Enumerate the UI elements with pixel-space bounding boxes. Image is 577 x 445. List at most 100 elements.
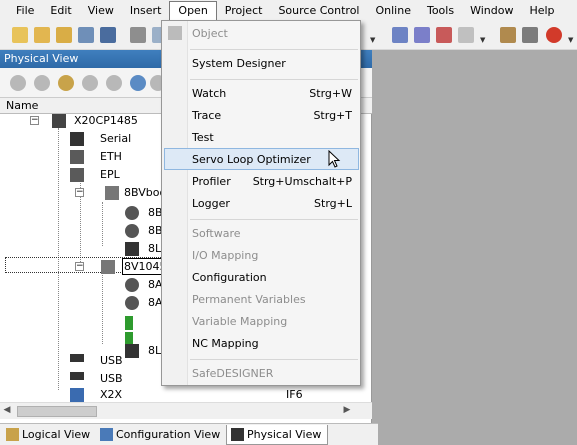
folder-icon[interactable] xyxy=(56,27,72,43)
delete-icon[interactable] xyxy=(458,27,474,43)
tab-configuration-view[interactable]: Configuration View xyxy=(96,425,226,445)
properties-icon[interactable] xyxy=(10,75,26,91)
menu-item-system-designer[interactable]: System Designer xyxy=(164,53,359,75)
tree-line xyxy=(102,202,103,246)
menu-insert[interactable]: Insert xyxy=(122,1,170,21)
mouse-cursor-icon xyxy=(328,150,341,168)
menu-item-label: Test xyxy=(192,131,214,144)
menu-item-trace[interactable]: Trace Strg+T xyxy=(164,105,359,127)
menu-window[interactable]: Window xyxy=(462,1,521,21)
tree-label: 8BVboo xyxy=(124,186,167,199)
menu-source-control[interactable]: Source Control xyxy=(270,1,367,21)
menu-item-watch[interactable]: Watch Strg+W xyxy=(164,83,359,105)
save-all-icon[interactable] xyxy=(100,27,116,43)
empty-slot-icon xyxy=(125,316,133,330)
collapse-icon[interactable]: − xyxy=(30,116,39,125)
toolbar-dropdown-icon[interactable]: ▼ xyxy=(370,36,375,44)
menu-item-label: Trace xyxy=(192,109,222,122)
find-icon[interactable] xyxy=(34,75,50,91)
menu-file[interactable]: File xyxy=(8,1,42,21)
grid-icon[interactable] xyxy=(392,27,408,43)
new-file-icon[interactable] xyxy=(12,27,28,43)
collapse-icon[interactable]: − xyxy=(75,188,84,197)
menu-view[interactable]: View xyxy=(80,1,122,21)
tree-label: EPL xyxy=(100,168,120,181)
axis-icon xyxy=(125,344,139,358)
menu-item-shortcut: Strg+L xyxy=(314,197,352,210)
workspace-area xyxy=(378,50,577,445)
menu-item-label: Configuration xyxy=(192,271,267,284)
view-tabs: Logical View Configuration View Physical… xyxy=(0,423,378,445)
menu-item-label: Variable Mapping xyxy=(192,315,288,328)
horizontal-scrollbar[interactable]: ◀ ▶ xyxy=(0,402,372,419)
menu-item-nc-mapping[interactable]: NC Mapping xyxy=(164,333,359,355)
physical-view-icon xyxy=(231,428,244,441)
menu-separator xyxy=(190,359,358,360)
toolbar-dropdown-icon[interactable]: ▼ xyxy=(480,36,485,44)
drive-icon xyxy=(101,260,115,274)
tab-label: Logical View xyxy=(22,428,91,441)
menu-open[interactable]: Open xyxy=(169,1,217,21)
refresh-icon[interactable] xyxy=(82,75,98,91)
menu-item-variable-mapping[interactable]: Variable Mapping xyxy=(164,311,359,333)
menu-item-shortcut: Strg+T xyxy=(313,109,352,122)
cpu-icon xyxy=(52,114,66,128)
configuration-view-icon xyxy=(100,428,113,441)
axis-icon xyxy=(125,242,139,256)
table-icon[interactable] xyxy=(414,27,430,43)
scroll-left-icon[interactable]: ◀ xyxy=(0,405,14,415)
menu-item-profiler[interactable]: Profiler Strg+Umschalt+P xyxy=(164,171,359,193)
network-icon[interactable] xyxy=(130,75,146,91)
power-icon[interactable] xyxy=(546,27,562,43)
menu-online[interactable]: Online xyxy=(367,1,418,21)
menu-tools[interactable]: Tools xyxy=(419,1,462,21)
tab-label: Configuration View xyxy=(116,428,221,441)
menu-item-label: I/O Mapping xyxy=(192,249,259,262)
tab-label: Physical View xyxy=(247,428,322,441)
usb-icon xyxy=(70,354,84,362)
tree-label: 8L xyxy=(148,344,162,357)
menu-item-software[interactable]: Software xyxy=(164,223,359,245)
x2x-icon xyxy=(70,388,84,402)
menu-item-label: Software xyxy=(192,227,241,240)
open-menu-dropdown: Object System Designer Watch Strg+W Trace… xyxy=(161,20,361,386)
search-icon[interactable] xyxy=(500,27,516,43)
drive-icon xyxy=(105,186,119,200)
toolbar-dropdown-icon[interactable]: ▼ xyxy=(568,36,573,44)
filter-icon[interactable] xyxy=(106,75,122,91)
tab-physical-view[interactable]: Physical View xyxy=(226,425,329,445)
menu-separator xyxy=(190,49,358,50)
menu-item-label: System Designer xyxy=(192,57,286,70)
menu-item-test[interactable]: Test xyxy=(164,127,359,149)
cut-icon[interactable] xyxy=(130,27,146,43)
menu-separator xyxy=(190,79,358,80)
menu-item-label: Object xyxy=(192,27,228,40)
menu-item-label: SafeDESIGNER xyxy=(192,367,274,380)
collapse-icon[interactable]: − xyxy=(75,262,84,271)
menu-item-permanent-variables[interactable]: Permanent Variables xyxy=(164,289,359,311)
menu-edit[interactable]: Edit xyxy=(42,1,79,21)
motor-icon xyxy=(125,278,139,292)
menu-item-logger[interactable]: Logger Strg+L xyxy=(164,193,359,215)
save-icon[interactable] xyxy=(78,27,94,43)
menu-project[interactable]: Project xyxy=(217,1,271,21)
menu-item-label: Permanent Variables xyxy=(192,293,306,306)
scroll-thumb[interactable] xyxy=(17,406,97,417)
transfer-icon[interactable] xyxy=(436,27,452,43)
menu-item-safedesigner[interactable]: SafeDESIGNER xyxy=(164,363,359,385)
menu-item-label: Servo Loop Optimizer xyxy=(192,153,311,166)
menu-item-configuration[interactable]: Configuration xyxy=(164,267,359,289)
menu-item-label: Watch xyxy=(192,87,227,100)
open-folder-icon[interactable] xyxy=(34,27,50,43)
logical-view-icon xyxy=(6,428,19,441)
menu-item-label: NC Mapping xyxy=(192,337,259,350)
tab-logical-view[interactable]: Logical View xyxy=(2,425,96,445)
tree-line xyxy=(102,272,103,344)
tools-icon[interactable] xyxy=(522,27,538,43)
menu-help[interactable]: Help xyxy=(521,1,562,21)
module-icon[interactable] xyxy=(58,75,74,91)
menu-item-io-mapping[interactable]: I/O Mapping xyxy=(164,245,359,267)
menu-item-label: Profiler xyxy=(192,175,231,188)
scroll-right-icon[interactable]: ▶ xyxy=(340,405,354,415)
menu-item-object[interactable]: Object xyxy=(164,23,359,45)
